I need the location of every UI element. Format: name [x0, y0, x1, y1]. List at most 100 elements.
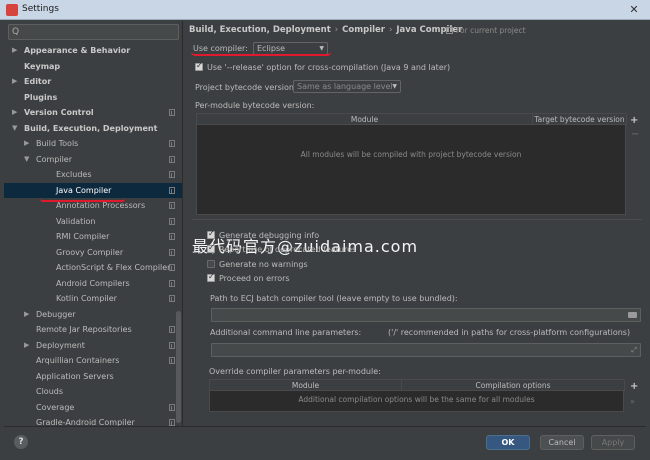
remove-module-button[interactable]: − [631, 129, 639, 140]
tree-item[interactable]: ▶ Debugger [4, 307, 182, 323]
double-chevron-icon[interactable]: » [630, 397, 635, 406]
cmd-params-label: Additional command line parameters: [210, 328, 362, 337]
tree-item-label: Appearance & Behavior [24, 46, 131, 55]
chevron-right-icon[interactable]: ▶ [12, 43, 17, 59]
tree-item[interactable]: ▶ Version Control [4, 105, 182, 121]
report-deprecated-checkbox[interactable] [207, 243, 215, 253]
option-label: Proceed on errors [219, 274, 290, 283]
section-divider [192, 219, 642, 220]
project-scope-icon [169, 186, 175, 194]
tree-item[interactable]: Plugins [4, 90, 182, 106]
tree-item[interactable]: Groovy Compiler [4, 245, 182, 261]
add-module-button[interactable]: + [630, 115, 638, 126]
tree-item-label: Validation [56, 216, 96, 226]
column-header-options[interactable]: Compilation options [402, 380, 625, 391]
tree-item-label: RMI Compiler [56, 232, 110, 241]
tree-item[interactable]: Android Compilers [4, 276, 182, 292]
tree-item[interactable]: Application Servers [4, 369, 182, 385]
ecj-path-input[interactable] [211, 308, 641, 322]
bytecode-version-value: Same as language level [297, 82, 393, 91]
tree-item[interactable]: Coverage [4, 400, 182, 416]
tree-item[interactable]: Excludes [4, 167, 182, 183]
tree-item-label: Build, Execution, Deployment [24, 123, 158, 133]
project-scope-icon [169, 357, 175, 364]
tree-item[interactable]: ▼ Build, Execution, Deployment [4, 121, 182, 137]
chevron-down-icon[interactable]: ▼ [24, 152, 29, 168]
column-header-target[interactable]: Target bytecode version [533, 114, 627, 125]
project-scope-icon [169, 140, 175, 147]
tree-item[interactable]: Gradle-Android Compiler [4, 415, 182, 426]
ok-button[interactable]: OK [486, 435, 530, 450]
generate-debug-info-checkbox[interactable] [207, 229, 215, 239]
app-icon [6, 4, 18, 16]
chevron-right-icon[interactable]: ▶ [24, 136, 29, 152]
cancel-button[interactable]: Cancel [540, 435, 584, 450]
content-panel: Build, Execution, Deployment › Compiler › Ja… [184, 21, 646, 426]
chevron-right-icon[interactable]: ▶ [24, 307, 29, 323]
chevron-down-icon[interactable]: ▼ [12, 121, 17, 137]
folder-icon[interactable] [628, 312, 637, 318]
project-scope-icon [169, 403, 175, 411]
tree-item-label: Deployment [36, 340, 85, 350]
tree-item[interactable]: Remote Jar Repositories [4, 322, 182, 338]
window-title: Settings [22, 4, 59, 14]
tree-item[interactable]: ▶ Appearance & Behavior [4, 43, 182, 59]
bytecode-version-select[interactable]: Same as language level ▼ [293, 80, 401, 93]
tree-item-label: Clouds [36, 387, 64, 396]
tree-item[interactable]: Arquillian Containers [4, 353, 182, 369]
tree-item[interactable]: ▶ Editor [4, 74, 182, 90]
per-module-table[interactable]: Module Target bytecode version All modul… [196, 113, 627, 215]
release-option-checkbox[interactable] [195, 61, 203, 71]
column-header-module[interactable]: Module [197, 114, 533, 125]
tree-item[interactable]: Java Compiler [4, 182, 182, 198]
project-scope-icon [169, 326, 175, 333]
project-icon [446, 27, 453, 34]
tree-item-label: Gradle-Android Compiler [36, 418, 135, 426]
settings-dialog: Q ▶ Appearance & Behavior Keymap ▶ Editor Plu… [4, 21, 646, 456]
apply-button[interactable]: Apply [591, 435, 635, 450]
tree-item[interactable]: Keymap [4, 59, 182, 75]
release-option-label: Use '--release' option for cross-compila… [207, 63, 451, 72]
breadcrumb-separator: › [388, 25, 393, 35]
add-override-button[interactable]: + [630, 381, 638, 392]
tree-item-label: Android Compilers [56, 278, 130, 288]
tree-item-label: Application Servers [36, 371, 114, 381]
tree-item[interactable]: Clouds [4, 384, 182, 400]
chevron-right-icon[interactable]: ▶ [24, 338, 29, 354]
scope-indicator: For current project [446, 26, 526, 35]
help-button[interactable]: ? [14, 435, 28, 449]
project-scope-icon [169, 202, 175, 209]
tree-item[interactable]: Kotlin Compiler [4, 291, 182, 307]
tree-item[interactable]: Validation [4, 214, 182, 230]
project-scope-icon [169, 295, 175, 302]
tree-item-label: Debugger [36, 309, 76, 319]
search-input[interactable] [25, 26, 175, 38]
search-box[interactable]: Q [8, 24, 179, 40]
chevron-right-icon[interactable]: ▶ [12, 74, 17, 90]
project-scope-icon [169, 264, 175, 271]
tree-item[interactable]: RMI Compiler [4, 229, 182, 245]
project-scope-icon [169, 155, 175, 163]
chevron-down-icon: ▼ [392, 83, 397, 90]
generate-no-warnings-checkbox[interactable] [207, 260, 215, 268]
dialog-button-bar: ? OK Cancel Apply [4, 426, 646, 456]
sidebar-scrollbar[interactable] [176, 311, 181, 423]
expand-icon[interactable]: ⤢ [631, 346, 637, 355]
scope-label: For current project [456, 26, 526, 35]
tree-item[interactable]: ActionScript & Flex Compiler [4, 260, 182, 276]
column-header-module[interactable]: Module [210, 380, 402, 391]
project-scope-icon [169, 248, 175, 256]
project-scope-icon [169, 279, 175, 287]
tree-item[interactable]: ▼ Compiler [4, 152, 182, 168]
chevron-right-icon[interactable]: ▶ [12, 105, 17, 121]
cmd-params-hint: ('/' recommended in paths for cross-plat… [388, 328, 631, 337]
close-icon[interactable]: ✕ [624, 2, 644, 17]
proceed-on-errors-checkbox[interactable] [207, 272, 215, 282]
tree-item[interactable]: ▶ Deployment [4, 338, 182, 354]
override-table[interactable]: Module Compilation options Additional co… [209, 379, 625, 412]
tree-item[interactable]: ▶ Build Tools [4, 136, 182, 152]
cmd-params-input[interactable]: ⤢ [211, 343, 641, 357]
option-label: Generate no warnings [219, 260, 308, 269]
breadcrumb: Build, Execution, Deployment › Compiler › Ja… [189, 25, 462, 35]
settings-sidebar: Q ▶ Appearance & Behavior Keymap ▶ Editor Plu… [4, 21, 183, 426]
